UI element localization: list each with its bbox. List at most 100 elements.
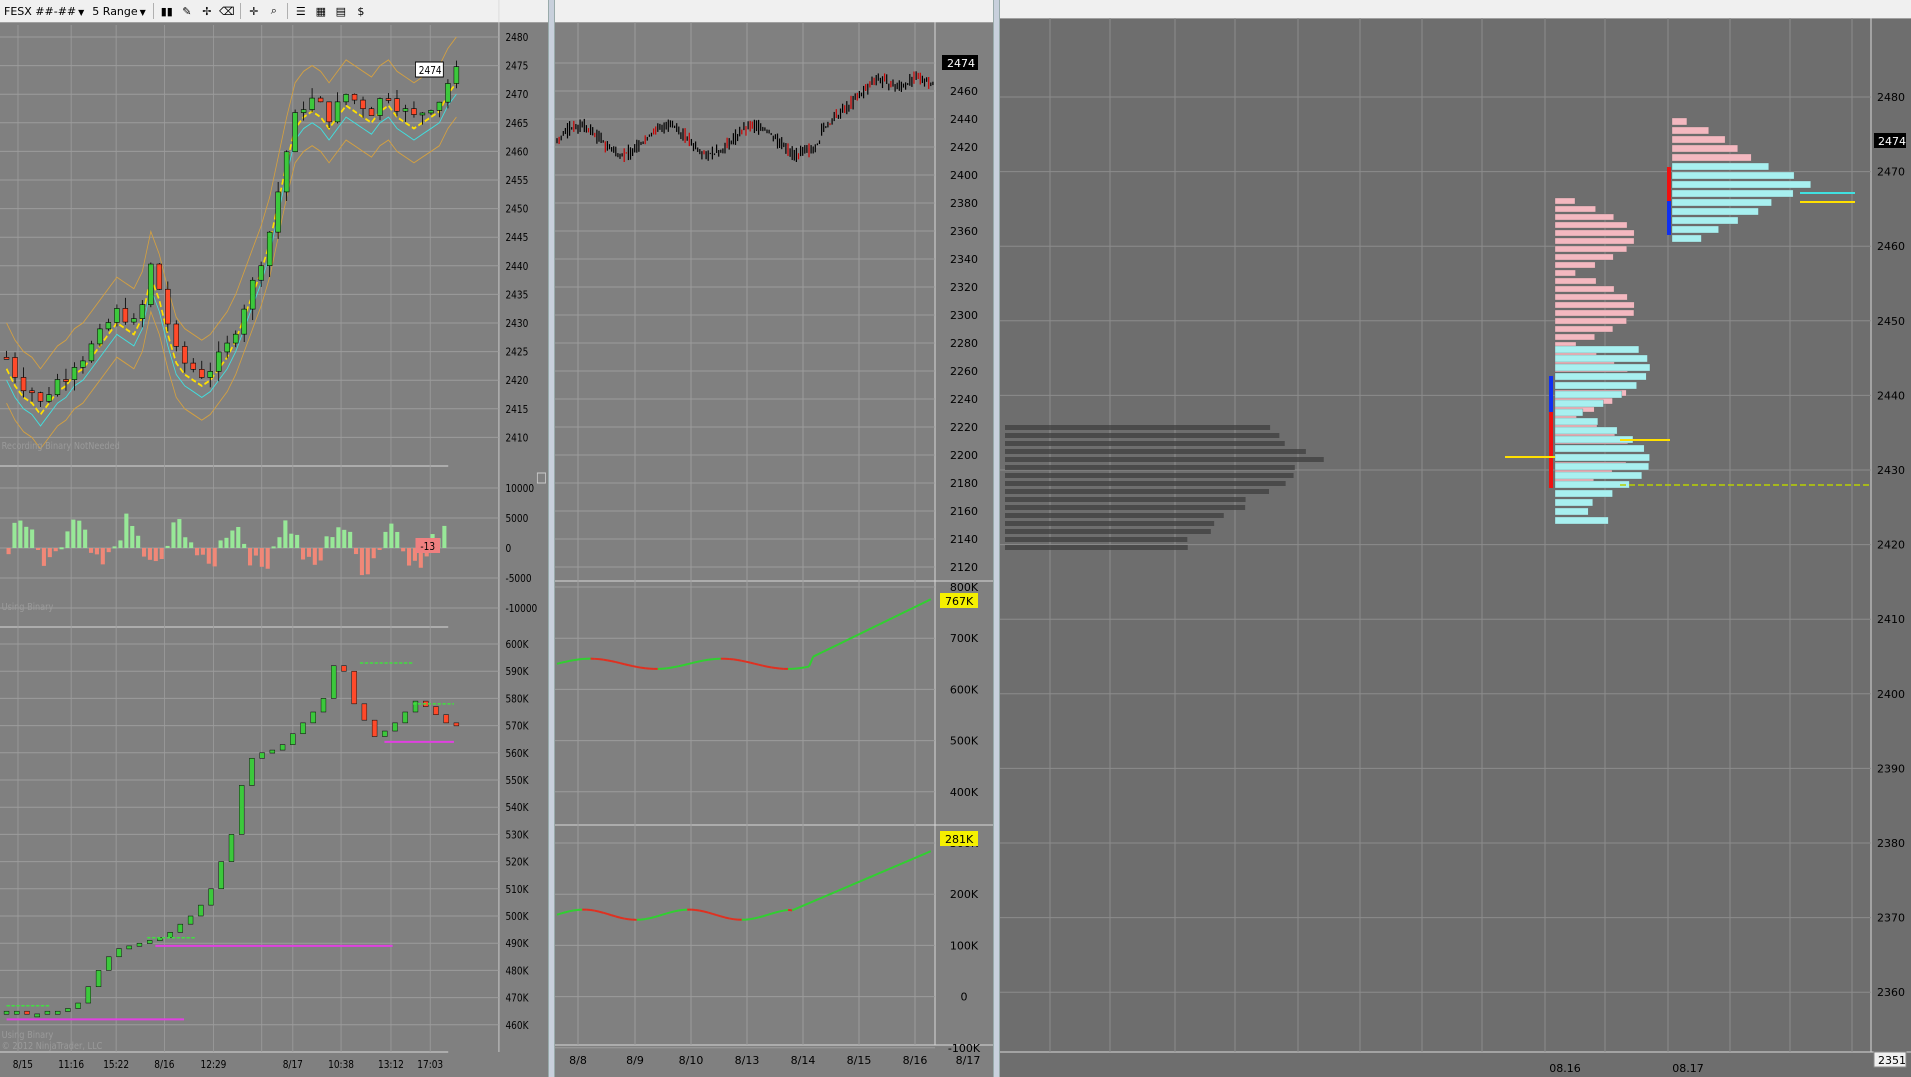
cum-candle [3, 1010, 10, 1015]
profile-bar-cyan [1554, 390, 1623, 399]
cum-tick-label: 460K [505, 1020, 528, 1032]
osc-bar [59, 547, 64, 550]
volume-line-upper [858, 631, 865, 636]
volume-line-lower [598, 910, 604, 914]
mid-price-tick-label: 2260 [950, 365, 978, 378]
osc-bar [395, 531, 400, 548]
chart-window-right[interactable]: 2480 2470 2460 2450 2440 2430 2420 2410 2400 2390… [1000, 0, 1911, 1077]
volume-line-lower [917, 853, 923, 858]
candle-body [105, 322, 112, 330]
volume-line-upper [808, 656, 815, 667]
volume-line-upper [565, 659, 570, 663]
mid-vol-tick-label: 700K [950, 632, 979, 645]
volume-line-upper [821, 649, 827, 654]
left-chart-canvas[interactable]: 2480 2475 2470 2465 2460 2455 2450 2445 2440 2435… [0, 0, 548, 1077]
volume-line-lower [699, 909, 705, 913]
volume-line-lower [724, 916, 730, 920]
profile-bar-pink [1554, 285, 1615, 293]
right-price-tick-label: 2380 [1877, 837, 1905, 850]
profile-bar-cyan [1554, 507, 1589, 516]
window-divider-2[interactable] [993, 0, 1000, 1077]
profile-bar-pink [1554, 309, 1635, 317]
mid-date-tick-label: 8/8 [569, 1054, 587, 1067]
mid-price-tick-label: 2240 [950, 393, 978, 406]
profile-bar-upper [1671, 153, 1752, 162]
price-tick-label: 2465 [505, 118, 528, 130]
candle-body [29, 390, 35, 394]
cum-tick-label: 490K [505, 938, 528, 950]
candle-body [385, 98, 392, 101]
osc-bar [94, 548, 99, 555]
candle-body [428, 110, 434, 114]
cum-candle [412, 700, 419, 713]
volume-line-upper [900, 610, 907, 615]
mid-date-tick-label: 8/14 [791, 1054, 816, 1067]
candle-body [63, 379, 69, 382]
osc-bar [371, 548, 376, 559]
candle-body [377, 98, 383, 116]
chart-window-middle[interactable]: 2480246024402420240023802360234023202300… [555, 0, 993, 1077]
volume-line-upper [708, 658, 713, 661]
mid-price-tick-label: 2320 [950, 281, 978, 294]
volume-line-upper [863, 629, 869, 633]
volume-line-upper [926, 598, 932, 603]
volume-line-lower [729, 917, 734, 921]
candle-body [12, 357, 18, 378]
right-price-tick-label: 2370 [1877, 912, 1905, 925]
volume-line-upper [867, 627, 873, 631]
volume-line-lower [645, 917, 650, 921]
volume-line-lower [569, 909, 574, 913]
middle-chart-canvas[interactable]: 2480246024402420240023802360234023202300… [555, 0, 993, 1077]
volume-line-upper [888, 616, 894, 621]
mid-vol-tick-label: 200K [950, 888, 979, 901]
right-date-label: 08.16 [1549, 1062, 1581, 1075]
volume-line-upper [666, 666, 671, 670]
mid-price-tick-label: 2160 [950, 505, 978, 518]
candle-body [351, 93, 358, 101]
cum-tick-label: 520K [505, 857, 528, 869]
candle-body [292, 112, 298, 153]
volume-line-lower [875, 871, 881, 876]
candle-body [88, 343, 95, 362]
profile-bar-cyan [1554, 381, 1637, 390]
watermark-recording: Recording Binary NotNeeded [2, 441, 120, 452]
mid-price-tick-label: 2420 [950, 141, 978, 154]
volume-line-upper [611, 660, 617, 664]
candle-body [445, 83, 451, 103]
right-last-price-label: 2474 [1878, 135, 1906, 148]
profile-bar-cyan [1554, 516, 1609, 525]
volume-line-upper [691, 661, 696, 665]
cum-candle [433, 706, 439, 715]
osc-bar [383, 531, 388, 548]
candle-body [334, 101, 341, 123]
osc-bar [224, 537, 229, 548]
volume-line-lower [565, 910, 570, 914]
tpo-letter-row [1005, 513, 1224, 518]
profile-bar-cyan [1554, 399, 1604, 408]
cum-tick-label: 480K [505, 966, 528, 978]
cum-candle [341, 665, 347, 672]
mid-vol-tick-label: 500K [950, 735, 979, 748]
volume-line-lower [657, 913, 663, 918]
volume-line-lower [594, 909, 600, 913]
osc-bar [100, 548, 105, 565]
profile-bar-pink [1554, 245, 1627, 253]
osc-bar [365, 548, 370, 575]
market-profile-canvas[interactable]: 2480 2470 2460 2450 2440 2430 2420 2410 2400 2390… [1000, 0, 1911, 1077]
osc-bar [265, 548, 270, 569]
osc-bar [165, 545, 170, 548]
osc-bar [147, 548, 152, 560]
volume-line-upper [603, 658, 608, 662]
candle-body [275, 191, 281, 233]
candle-body [309, 97, 315, 110]
price-tick-label: 2460 [505, 147, 528, 159]
profile-bar-cyan [1554, 426, 1618, 435]
volume-line-lower [896, 862, 902, 867]
profile-bar-cyan [1554, 363, 1651, 372]
volume-line-upper [816, 651, 823, 656]
osc-bar [136, 535, 141, 548]
volume-line-upper [573, 658, 579, 662]
mid-last-price-label: 2474 [947, 57, 975, 70]
window-divider-1[interactable] [548, 0, 555, 1077]
chart-window-left[interactable]: FESX ##-## ▼ 5 Range ▼ ▮▮ ✎ ✢ ⌫ ✛ ⌕ ☰ ▦ ▤ … [0, 0, 548, 1077]
